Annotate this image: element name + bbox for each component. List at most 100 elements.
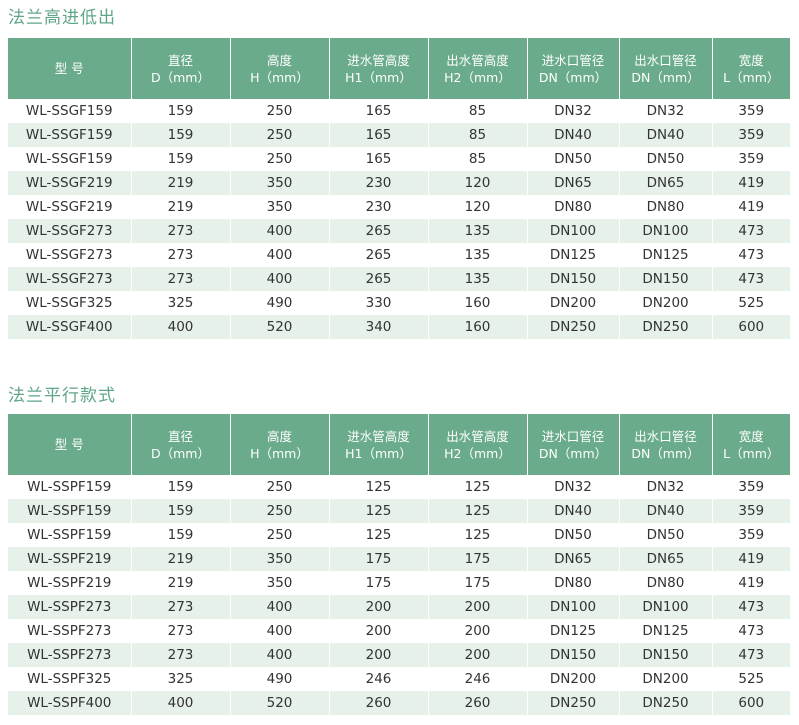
table-cell: 600 bbox=[712, 315, 790, 339]
table-cell: 273 bbox=[131, 619, 231, 643]
column-header: 高度 H（mm） bbox=[230, 414, 330, 475]
table-cell: 473 bbox=[712, 219, 790, 243]
column-header: 型 号 bbox=[8, 38, 132, 99]
table-cell: DN250 bbox=[619, 315, 713, 339]
section-title-flange-high-in-low-out: 法兰高进低出 bbox=[8, 8, 116, 28]
column-header-unit: L（mm） bbox=[723, 445, 780, 461]
model-cell: WL-SSPF400 bbox=[8, 691, 132, 715]
table-cell: 400 bbox=[230, 219, 330, 243]
table-cell: 125 bbox=[329, 475, 429, 499]
table-cell: DN50 bbox=[619, 147, 713, 171]
table-cell: 419 bbox=[712, 547, 790, 571]
table-row: WL-SSPF273 273 400 200 200 DN150 DN150 473 bbox=[8, 643, 790, 667]
table-cell: DN150 bbox=[619, 643, 713, 667]
model-cell: WL-SSPF273 bbox=[8, 643, 132, 667]
table-cell: DN65 bbox=[619, 171, 713, 195]
table-row: WL-SSGF219 219 350 230 120 DN65 DN65 419 bbox=[8, 171, 790, 195]
table-row: WL-SSPF219 219 350 175 175 DN80 DN80 419 bbox=[8, 571, 790, 595]
table-cell: DN100 bbox=[527, 219, 620, 243]
column-header-label: 宽度 bbox=[738, 52, 764, 68]
model-cell: WL-SSPF325 bbox=[8, 667, 132, 691]
table-cell: 350 bbox=[230, 171, 330, 195]
table-cell: 250 bbox=[230, 99, 330, 123]
table-cell: DN40 bbox=[619, 123, 713, 147]
table-cell: 200 bbox=[329, 619, 429, 643]
column-header: 进水管高度 H1（mm） bbox=[329, 38, 429, 99]
model-cell: WL-SSGF325 bbox=[8, 291, 132, 315]
model-cell: WL-SSPF159 bbox=[8, 523, 132, 547]
table-cell: DN250 bbox=[527, 315, 620, 339]
table-cell: 350 bbox=[230, 195, 330, 219]
table-cell: DN80 bbox=[527, 571, 620, 595]
table-cell: 219 bbox=[131, 195, 231, 219]
table-row: WL-SSGF159 159 250 165 85 DN50 DN50 359 bbox=[8, 147, 790, 171]
table-cell: DN200 bbox=[619, 291, 713, 315]
table-cell: 165 bbox=[329, 147, 429, 171]
table-cell: DN40 bbox=[527, 499, 620, 523]
table-cell: DN100 bbox=[527, 595, 620, 619]
table-cell: 400 bbox=[230, 619, 330, 643]
model-cell: WL-SSPF159 bbox=[8, 499, 132, 523]
column-header-unit: DN（mm） bbox=[538, 445, 608, 461]
column-header: 进水口管径 DN（mm） bbox=[527, 38, 620, 99]
table-cell: DN50 bbox=[527, 523, 620, 547]
table-cell: 250 bbox=[230, 147, 330, 171]
column-header-label: 进水口管径 bbox=[541, 428, 605, 444]
table-cell: DN32 bbox=[619, 475, 713, 499]
table-cell: 125 bbox=[329, 523, 429, 547]
table-cell: 273 bbox=[131, 243, 231, 267]
table-cell: 85 bbox=[428, 147, 528, 171]
table-cell: DN65 bbox=[619, 547, 713, 571]
table-row: WL-SSPF400 400 520 260 260 DN250 DN250 600 bbox=[8, 691, 790, 715]
column-header-unit: H（mm） bbox=[250, 69, 309, 85]
table-cell: 250 bbox=[230, 499, 330, 523]
model-cell: WL-SSPF273 bbox=[8, 619, 132, 643]
column-header-label: 进水管高度 bbox=[347, 428, 410, 444]
table-cell: 400 bbox=[131, 691, 231, 715]
table-cell: 246 bbox=[329, 667, 429, 691]
table-cell: 246 bbox=[428, 667, 528, 691]
column-header: 直径 D（mm） bbox=[131, 414, 231, 475]
table-cell: 135 bbox=[428, 219, 528, 243]
column-header: 进水管高度 H1（mm） bbox=[329, 414, 429, 475]
table-cell: 219 bbox=[131, 171, 231, 195]
column-header-label: 高度 bbox=[266, 428, 292, 444]
column-header: 进水口管径 DN（mm） bbox=[527, 414, 620, 475]
table-cell: 165 bbox=[329, 123, 429, 147]
table-cell: 400 bbox=[230, 643, 330, 667]
table-cell: 159 bbox=[131, 123, 231, 147]
table-cell: 125 bbox=[428, 499, 528, 523]
table-row: WL-SSPF159 159 250 125 125 DN50 DN50 359 bbox=[8, 523, 790, 547]
table-cell: DN32 bbox=[619, 99, 713, 123]
column-header-unit: DN（mm） bbox=[538, 69, 608, 85]
table-row: WL-SSGF273 273 400 265 135 DN150 DN150 473 bbox=[8, 267, 790, 291]
table-cell: DN150 bbox=[619, 267, 713, 291]
table-cell: 160 bbox=[428, 291, 528, 315]
section-title-flange-parallel: 法兰平行款式 bbox=[8, 386, 116, 406]
table-cell: 359 bbox=[712, 523, 790, 547]
table-cell: 219 bbox=[131, 571, 231, 595]
table-cell: 340 bbox=[329, 315, 429, 339]
table-cell: 325 bbox=[131, 291, 231, 315]
table-cell: 200 bbox=[329, 595, 429, 619]
column-header-label: 直径 bbox=[167, 428, 193, 444]
table-cell: DN200 bbox=[527, 667, 620, 691]
table-cell: DN250 bbox=[619, 691, 713, 715]
table-cell: 200 bbox=[428, 595, 528, 619]
column-header: 出水管高度 H2（mm） bbox=[428, 414, 528, 475]
column-header-label: 出水管高度 bbox=[446, 428, 509, 444]
table-row: WL-SSGF400 400 520 340 160 DN250 DN250 600 bbox=[8, 315, 790, 339]
column-header: 高度 H（mm） bbox=[230, 38, 330, 99]
table-cell: 350 bbox=[230, 547, 330, 571]
table-cell: DN150 bbox=[527, 267, 620, 291]
table-cell: 165 bbox=[329, 99, 429, 123]
column-header: 出水管高度 H2（mm） bbox=[428, 38, 528, 99]
table-cell: DN125 bbox=[527, 243, 620, 267]
table-cell: 473 bbox=[712, 619, 790, 643]
table-cell: 265 bbox=[329, 243, 429, 267]
table-cell: 520 bbox=[230, 691, 330, 715]
table-cell: 273 bbox=[131, 643, 231, 667]
column-header: 宽度 L（mm） bbox=[712, 414, 790, 475]
column-header-label: 直径 bbox=[167, 52, 193, 68]
table-cell: 330 bbox=[329, 291, 429, 315]
